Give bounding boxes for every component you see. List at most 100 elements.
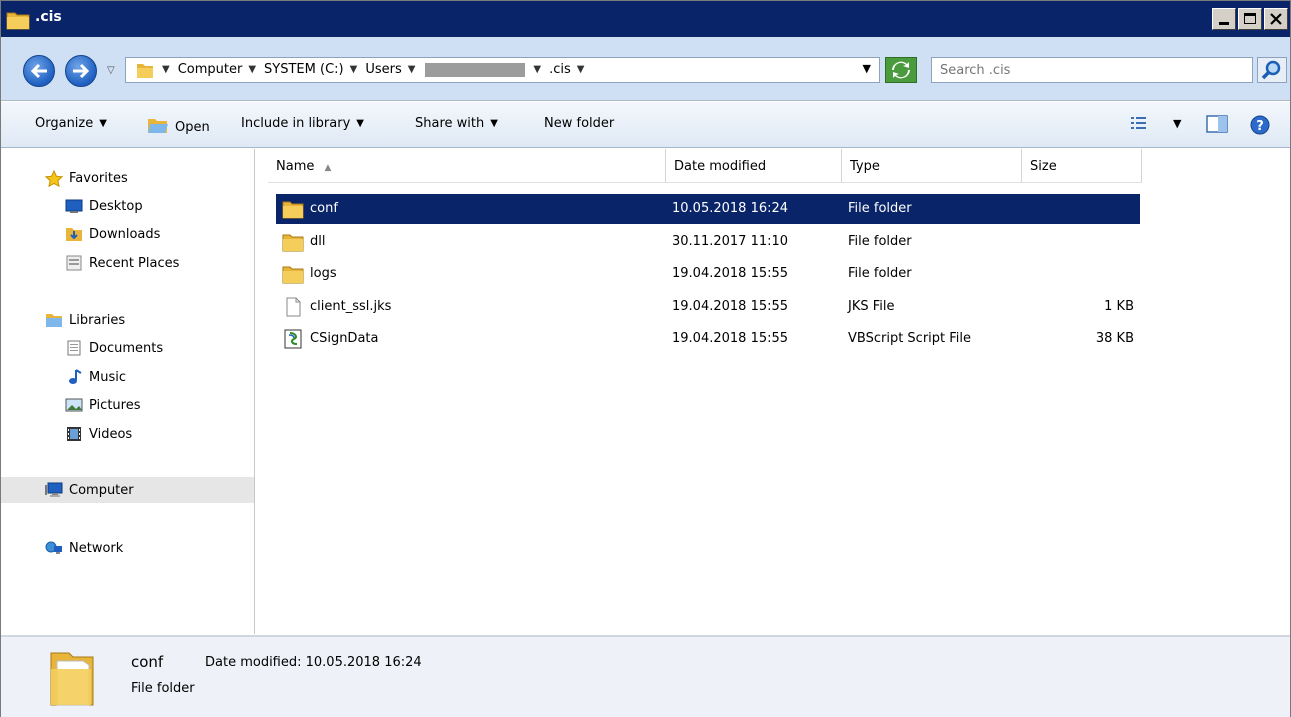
- breadcrumb-users[interactable]: Users ▼: [365, 62, 415, 77]
- column-header-size[interactable]: Size: [1022, 149, 1142, 183]
- file-row[interactable]: logs 19.04.2018 15:55 File folder: [276, 259, 1140, 289]
- videos-icon: [65, 426, 83, 442]
- music-icon: [65, 369, 83, 385]
- file-row[interactable]: CSignData 19.04.2018 15:55 VBScript Script…: [276, 324, 1140, 354]
- file-name: conf: [310, 201, 338, 216]
- file-date: 19.04.2018 15:55: [672, 331, 789, 346]
- details-name: conf: [131, 653, 164, 671]
- command-bar: Organize ▼ Open Include in library ▼ Share…: [1, 102, 1290, 148]
- forward-button[interactable]: [65, 55, 97, 87]
- sidebar-item-desktop[interactable]: Desktop: [65, 193, 143, 219]
- sidebar-item-favorites[interactable]: Favorites: [44, 165, 128, 191]
- minimize-button[interactable]: [1212, 8, 1236, 30]
- folder-icon: [136, 61, 154, 83]
- sidebar-item-videos[interactable]: Videos: [65, 421, 132, 447]
- file-name: client_ssl.jks: [310, 298, 392, 314]
- details-pane: conf Date modified: 10.05.2018 16:24 Fil…: [1, 635, 1290, 717]
- search-input[interactable]: [932, 58, 1252, 82]
- breadcrumb-system-c[interactable]: SYSTEM (C:) ▼: [264, 62, 357, 77]
- address-box[interactable]: ▼ Computer ▼ SYSTEM (C:) ▼ Users ▼ ▼ .cis ▼ …: [125, 57, 880, 83]
- file-row[interactable]: client_ssl.jks 19.04.2018 15:55 JKS File 1 …: [276, 292, 1140, 322]
- back-arrow-icon: [30, 63, 47, 79]
- share-with-button[interactable]: Share with ▼: [415, 116, 498, 131]
- column-header-date-modified[interactable]: Date modified: [666, 149, 842, 183]
- sidebar-item-pictures[interactable]: Pictures: [65, 392, 140, 418]
- help-icon[interactable]: ?: [1249, 114, 1271, 140]
- sidebar-item-network[interactable]: Network: [45, 535, 123, 561]
- folder-icon: [282, 199, 304, 219]
- sidebar-item-libraries[interactable]: Libraries: [45, 307, 125, 333]
- preview-pane-icon[interactable]: [1205, 114, 1229, 138]
- new-folder-button[interactable]: New folder: [544, 116, 614, 131]
- file-name: CSignData: [310, 331, 379, 346]
- search-icon: [1261, 60, 1281, 80]
- file-date: 19.04.2018 15:55: [672, 298, 789, 314]
- refresh-icon: [892, 61, 910, 79]
- blank-file-icon: [282, 297, 304, 317]
- column-header-type[interactable]: Type: [842, 149, 1022, 183]
- folder-thumbnail-icon: [47, 645, 99, 709]
- file-size: 1 KB: [1104, 298, 1134, 314]
- file-name: dll: [310, 233, 326, 249]
- sidebar-item-computer[interactable]: Computer: [1, 477, 254, 503]
- include-in-library-button[interactable]: Include in library ▼: [241, 116, 364, 131]
- sort-ascending-icon: ▲: [324, 163, 332, 173]
- folder-icon: [282, 232, 304, 252]
- search-box[interactable]: [931, 57, 1253, 83]
- breadcrumb-root-arrow[interactable]: ▼: [162, 64, 170, 75]
- breadcrumb-redacted-user[interactable]: ▼: [423, 62, 541, 77]
- open-button[interactable]: Open: [147, 116, 210, 138]
- desktop-icon: [65, 198, 83, 214]
- svg-text:?: ?: [1256, 119, 1264, 134]
- redacted-username: [425, 62, 526, 77]
- documents-icon: [65, 340, 83, 356]
- refresh-button[interactable]: [885, 57, 917, 83]
- file-date: 10.05.2018 16:24: [672, 201, 789, 216]
- navigation-pane: Favorites Desktop Downloads Recent Place…: [1, 149, 255, 634]
- search-button[interactable]: [1257, 57, 1287, 83]
- breadcrumb-computer[interactable]: Computer ▼: [178, 62, 256, 77]
- network-icon: [45, 540, 63, 556]
- address-history-dropdown[interactable]: ▼: [863, 62, 871, 75]
- close-button[interactable]: [1264, 8, 1288, 30]
- file-row[interactable]: dll 30.11.2017 11:10 File folder: [276, 227, 1140, 257]
- file-date: 30.11.2017 11:10: [672, 233, 789, 249]
- downloads-icon: [65, 226, 83, 242]
- maximize-button[interactable]: [1238, 8, 1262, 30]
- sidebar-item-documents[interactable]: Documents: [65, 335, 163, 361]
- recent-pages-dropdown[interactable]: ▽: [107, 65, 115, 76]
- file-type: File folder: [848, 233, 912, 249]
- window-title: .cis: [35, 9, 62, 25]
- back-button[interactable]: [23, 55, 55, 87]
- sidebar-item-music[interactable]: Music: [65, 364, 126, 390]
- file-row[interactable]: conf 10.05.2018 16:24 File folder: [276, 194, 1140, 224]
- file-type: JKS File: [848, 298, 895, 314]
- sidebar-item-recent-places[interactable]: Recent Places: [65, 250, 179, 276]
- title-bar[interactable]: .cis: [1, 1, 1290, 37]
- vbscript-icon: [282, 329, 304, 349]
- pictures-icon: [65, 397, 83, 413]
- recent-places-icon: [65, 255, 83, 271]
- explorer-window: .cis ▽ ▼ Computer ▼ SYSTEM (C:) ▼ Users …: [0, 0, 1291, 717]
- column-header-name[interactable]: Name ▲: [268, 149, 666, 183]
- folder-icon: [5, 7, 31, 31]
- open-folder-icon: [147, 116, 169, 138]
- breadcrumb-cis[interactable]: .cis ▼: [549, 62, 584, 77]
- star-icon: [44, 169, 64, 188]
- details-type: File folder: [131, 681, 195, 696]
- libraries-icon: [45, 312, 63, 328]
- forward-arrow-icon: [73, 63, 90, 79]
- computer-icon: [45, 482, 63, 498]
- view-dropdown[interactable]: ▼: [1173, 117, 1181, 130]
- file-type: VBScript Script File: [848, 331, 972, 346]
- file-list: Name ▲ Date modified Type Size conf 10.05…: [256, 149, 1290, 634]
- address-bar-area: ▽ ▼ Computer ▼ SYSTEM (C:) ▼ Users ▼ ▼ .cis…: [1, 37, 1290, 101]
- file-date: 19.04.2018 15:55: [672, 266, 789, 281]
- organize-button[interactable]: Organize ▼: [35, 116, 107, 131]
- view-options-icon[interactable]: [1129, 114, 1151, 136]
- details-date-modified: Date modified: 10.05.2018 16:24: [205, 655, 422, 670]
- sidebar-item-downloads[interactable]: Downloads: [65, 221, 160, 247]
- file-size: 38 KB: [1095, 331, 1134, 346]
- folder-icon: [282, 264, 304, 284]
- file-type: File folder: [848, 266, 912, 281]
